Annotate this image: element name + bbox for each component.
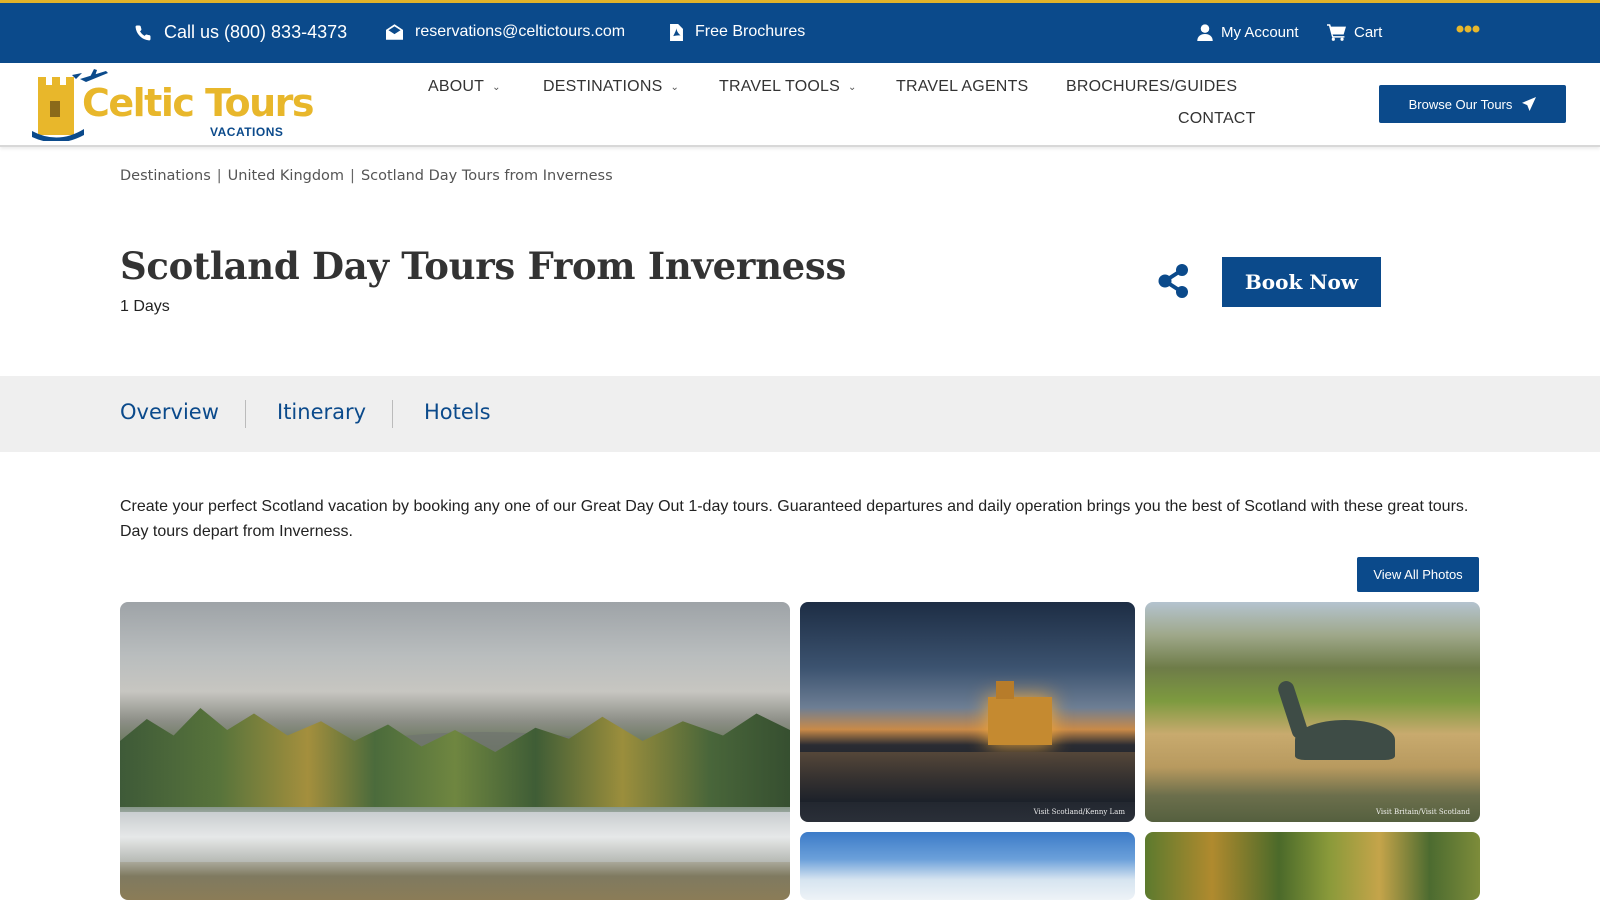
nav-travel-agents[interactable]: TRAVEL AGENTS <box>896 78 1028 96</box>
nav-travel-agents-label: TRAVEL AGENTS <box>896 78 1029 95</box>
breadcrumb-separator: | <box>216 168 222 184</box>
user-icon <box>1197 24 1213 41</box>
browse-tours-label: Browse Our Tours <box>1408 96 1513 112</box>
pdf-file-icon <box>670 23 683 41</box>
email-link[interactable]: reservations@celtictours.com <box>386 23 625 41</box>
breadcrumb-separator: | <box>350 168 355 184</box>
logo-subtitle: VACATIONS <box>210 125 284 139</box>
breadcrumb-united-kingdom[interactable]: United Kingdom <box>228 168 344 184</box>
site-logo[interactable]: Celtic Tours VACATIONS <box>32 69 315 141</box>
breadcrumb-current: Scotland Day Tours from Inverness <box>360 168 613 184</box>
cart-link[interactable]: Cart <box>1327 24 1382 41</box>
phone-text: Call us (800) 833-4373 <box>164 22 348 42</box>
cart-text: Cart <box>1354 24 1383 41</box>
photo-trees <box>120 708 790 807</box>
share-icon[interactable] <box>1158 264 1190 298</box>
tour-description: Create your perfect Scotland vacation by… <box>120 498 1469 540</box>
phone-icon <box>135 24 151 40</box>
main-header: Celtic Tours VACATIONS ABOUT ⌄ DESTINATI… <box>0 63 1600 147</box>
paper-plane-icon <box>1522 97 1537 111</box>
photo-sky-landscape[interactable] <box>800 832 1135 900</box>
tab-itinerary[interactable]: Itinerary <box>277 400 366 424</box>
book-now-button[interactable]: Book Now <box>1222 257 1381 307</box>
nav-destinations-label: DESTINATIONS <box>543 78 663 95</box>
more-dots-icon <box>1456 25 1480 33</box>
browse-tours-button[interactable]: Browse Our Tours <box>1379 85 1566 123</box>
nav-travel-tools-label: TRAVEL TOOLS <box>719 78 840 95</box>
view-all-photos-button[interactable]: View All Photos <box>1357 557 1479 592</box>
chevron-down-icon: ⌄ <box>492 81 501 93</box>
my-account-text: My Account <box>1221 24 1299 41</box>
nav-about[interactable]: ABOUT ⌄ <box>428 78 501 96</box>
photo-castle <box>988 681 1052 745</box>
photo-water <box>120 812 790 862</box>
nav-travel-tools[interactable]: TRAVEL TOOLS ⌄ <box>719 78 857 96</box>
nav-brochures-label: BROCHURES/GUIDES <box>1066 78 1238 95</box>
top-bar: Call us (800) 833-4373 reservations@celt… <box>0 0 1600 63</box>
photo-castle-dusk[interactable]: Visit Scotland/Kenny Lam <box>800 602 1135 822</box>
nav-destinations[interactable]: DESTINATIONS ⌄ <box>543 78 679 96</box>
page-title: Scotland Day Tours From Inverness <box>120 244 846 288</box>
cart-icon <box>1327 24 1346 41</box>
more-menu-button[interactable] <box>1456 25 1480 33</box>
tour-duration: 1 Days <box>120 298 170 315</box>
photo-credit: Visit Scotland/Kenny Lam <box>1033 808 1125 816</box>
photo-reflection <box>800 752 1135 802</box>
phone-link[interactable]: Call us (800) 833-4373 <box>134 22 347 43</box>
breadcrumb: Destinations | United Kingdom | Scotland… <box>120 168 613 184</box>
nav-contact[interactable]: CONTACT <box>1178 110 1256 128</box>
castle-tower-icon <box>32 73 84 141</box>
breadcrumb-destinations[interactable]: Destinations <box>120 168 211 184</box>
free-brochures-text: Free Brochures <box>695 23 806 40</box>
tab-divider <box>245 400 246 428</box>
envelope-open-icon <box>386 24 403 40</box>
photo-main-lake[interactable] <box>120 602 790 900</box>
chevron-down-icon: ⌄ <box>670 81 680 93</box>
email-text: reservations@celtictours.com <box>415 23 626 40</box>
photo-credit: Visit Britain/Visit Scotland <box>1375 808 1470 816</box>
photo-nessie[interactable]: Visit Britain/Visit Scotland <box>1145 602 1480 822</box>
free-brochures-link[interactable]: Free Brochures <box>670 23 805 41</box>
chevron-down-icon: ⌄ <box>847 81 857 93</box>
tab-overview[interactable]: Overview <box>120 400 219 424</box>
my-account-link[interactable]: My Account <box>1197 24 1299 41</box>
photo-autumn-trees[interactable] <box>1145 832 1480 900</box>
logo-name: Celtic Tours <box>82 81 315 125</box>
nav-about-label: ABOUT <box>428 78 485 95</box>
nav-contact-label: CONTACT <box>1178 110 1256 127</box>
tab-divider <box>392 400 393 428</box>
nav-brochures-guides[interactable]: BROCHURES/GUIDES <box>1066 78 1237 96</box>
photo-nessie-body <box>1295 720 1395 760</box>
tour-tabs: Overview Itinerary Hotels <box>0 376 1600 452</box>
tab-hotels[interactable]: Hotels <box>424 400 491 424</box>
